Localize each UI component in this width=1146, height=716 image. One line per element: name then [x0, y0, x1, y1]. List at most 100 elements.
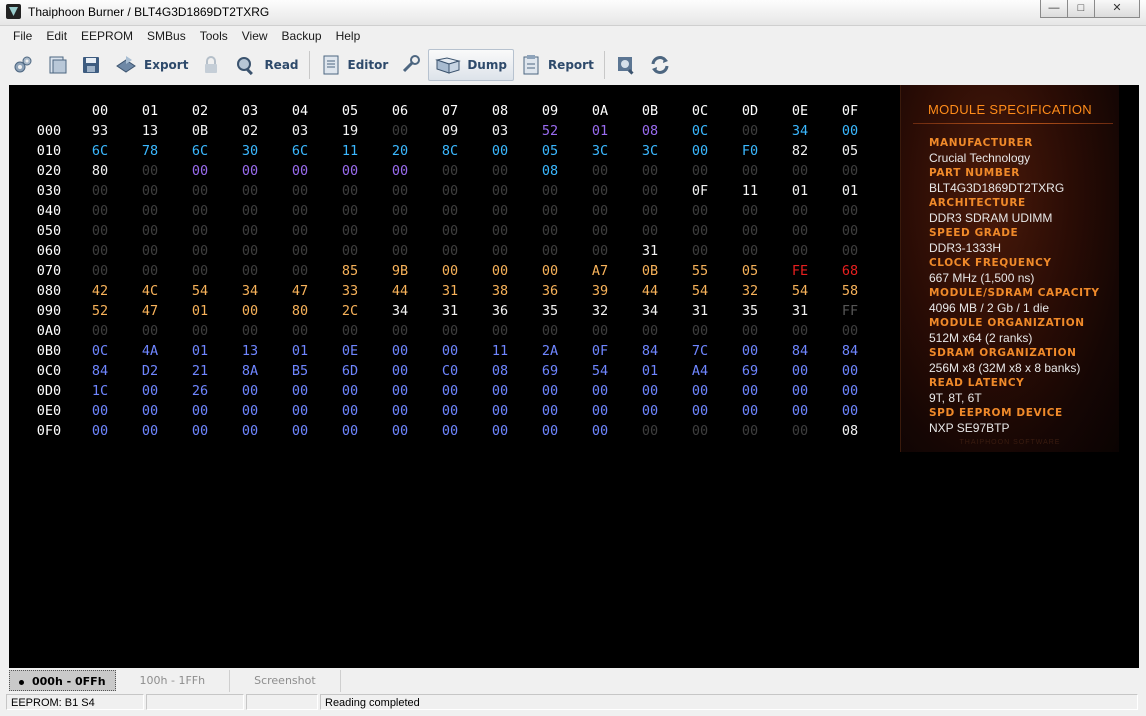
hex-byte[interactable]: 52	[530, 121, 570, 141]
hex-byte[interactable]: 00	[780, 321, 820, 341]
tab-screenshot[interactable]: Screenshot	[230, 670, 341, 692]
hex-byte[interactable]: 01	[580, 121, 620, 141]
hex-byte[interactable]: 00	[680, 401, 720, 421]
tab-000h-0ffh[interactable]: 000h - 0FFh	[9, 670, 116, 691]
hex-byte[interactable]: D2	[130, 361, 170, 381]
hex-byte[interactable]: 00	[380, 221, 420, 241]
hex-byte[interactable]: 00	[530, 181, 570, 201]
hex-byte[interactable]: 78	[130, 141, 170, 161]
hex-byte[interactable]: 20	[380, 141, 420, 161]
hex-byte[interactable]: 08	[830, 421, 870, 441]
hex-byte[interactable]: 26	[180, 381, 220, 401]
hex-byte[interactable]: 08	[480, 361, 520, 381]
hex-byte[interactable]: 39	[580, 281, 620, 301]
hex-byte[interactable]: 00	[80, 261, 120, 281]
hex-byte[interactable]: 69	[730, 361, 770, 381]
hex-byte[interactable]: 00	[480, 161, 520, 181]
hex-byte[interactable]: 00	[130, 181, 170, 201]
hex-byte[interactable]: 00	[180, 321, 220, 341]
hex-byte[interactable]: 00	[630, 201, 670, 221]
hex-byte[interactable]: 93	[80, 121, 120, 141]
hex-byte[interactable]: 54	[680, 281, 720, 301]
hex-byte[interactable]: 00	[780, 241, 820, 261]
hex-byte[interactable]: 8A	[230, 361, 270, 381]
hex-byte[interactable]: 47	[130, 301, 170, 321]
hex-byte[interactable]: 00	[530, 201, 570, 221]
hex-byte[interactable]: 00	[380, 161, 420, 181]
hex-byte[interactable]: 00	[730, 381, 770, 401]
hex-byte[interactable]: 00	[280, 221, 320, 241]
hex-byte[interactable]: 00	[180, 401, 220, 421]
hex-byte[interactable]: 00	[180, 161, 220, 181]
open-button[interactable]	[40, 49, 74, 81]
hex-byte[interactable]: 31	[430, 301, 470, 321]
hex-byte[interactable]: 00	[80, 221, 120, 241]
hex-byte[interactable]: 68	[830, 261, 870, 281]
hex-byte[interactable]: 00	[130, 161, 170, 181]
hex-byte[interactable]: 00	[430, 161, 470, 181]
hex-byte[interactable]: 00	[430, 321, 470, 341]
hex-byte[interactable]: 00	[630, 381, 670, 401]
hex-byte[interactable]: 00	[80, 241, 120, 261]
menu-edit[interactable]: Edit	[39, 28, 74, 46]
hex-byte[interactable]: 00	[230, 321, 270, 341]
hex-byte[interactable]: 54	[180, 281, 220, 301]
hex-byte[interactable]: 00	[330, 161, 370, 181]
hex-byte[interactable]: 00	[80, 321, 120, 341]
hex-byte[interactable]: 00	[380, 341, 420, 361]
hex-byte[interactable]: 34	[780, 121, 820, 141]
hex-byte[interactable]: 00	[730, 321, 770, 341]
hex-byte[interactable]: 13	[230, 341, 270, 361]
hex-byte[interactable]: 01	[180, 341, 220, 361]
hex-byte[interactable]: 0F	[580, 341, 620, 361]
hex-byte[interactable]: 00	[830, 121, 870, 141]
menu-view[interactable]: View	[235, 28, 275, 46]
hex-byte[interactable]: 00	[230, 241, 270, 261]
hex-byte[interactable]: 00	[680, 241, 720, 261]
hex-byte[interactable]: 00	[280, 421, 320, 441]
hex-byte[interactable]: 05	[830, 141, 870, 161]
hex-byte[interactable]: 00	[680, 201, 720, 221]
hex-byte[interactable]: 00	[330, 181, 370, 201]
hex-byte[interactable]: 7C	[680, 341, 720, 361]
hex-byte[interactable]: 21	[180, 361, 220, 381]
hex-byte[interactable]: 84	[830, 341, 870, 361]
hex-byte[interactable]: 03	[280, 121, 320, 141]
hex-byte[interactable]: 00	[130, 201, 170, 221]
hex-byte[interactable]: 00	[280, 201, 320, 221]
hex-byte[interactable]: 00	[230, 301, 270, 321]
hex-byte[interactable]: 1C	[80, 381, 120, 401]
hex-byte[interactable]: 00	[630, 321, 670, 341]
hex-byte[interactable]: 00	[430, 221, 470, 241]
hex-byte[interactable]: 00	[480, 181, 520, 201]
hex-byte[interactable]: 00	[80, 201, 120, 221]
maximize-icon[interactable]: □	[1067, 0, 1095, 18]
hex-byte[interactable]: 00	[680, 161, 720, 181]
hex-byte[interactable]: 00	[580, 381, 620, 401]
hex-byte[interactable]: 00	[480, 401, 520, 421]
hex-byte[interactable]: 6D	[330, 361, 370, 381]
hex-byte[interactable]: 69	[530, 361, 570, 381]
hex-byte[interactable]: 00	[280, 321, 320, 341]
hex-byte[interactable]: 00	[480, 421, 520, 441]
lock-button[interactable]	[194, 49, 228, 81]
hex-byte[interactable]: 3C	[580, 141, 620, 161]
hex-byte[interactable]: 4C	[130, 281, 170, 301]
hex-byte[interactable]: 34	[230, 281, 270, 301]
hex-byte[interactable]: 00	[780, 361, 820, 381]
hex-byte[interactable]: 19	[330, 121, 370, 141]
hex-byte[interactable]: 00	[380, 401, 420, 421]
close-icon[interactable]: ✕	[1094, 0, 1140, 18]
hex-byte[interactable]: 34	[630, 301, 670, 321]
hex-byte[interactable]: 00	[630, 161, 670, 181]
hex-byte[interactable]: 00	[130, 381, 170, 401]
hex-byte[interactable]: 36	[530, 281, 570, 301]
hex-byte[interactable]: FE	[780, 261, 820, 281]
menu-smbus[interactable]: SMBus	[140, 28, 193, 46]
hex-byte[interactable]: 00	[480, 201, 520, 221]
hex-byte[interactable]: 00	[380, 201, 420, 221]
hex-byte[interactable]: 52	[80, 301, 120, 321]
hex-byte[interactable]: 00	[580, 181, 620, 201]
hex-byte[interactable]: 38	[480, 281, 520, 301]
hex-byte[interactable]: 00	[680, 221, 720, 241]
